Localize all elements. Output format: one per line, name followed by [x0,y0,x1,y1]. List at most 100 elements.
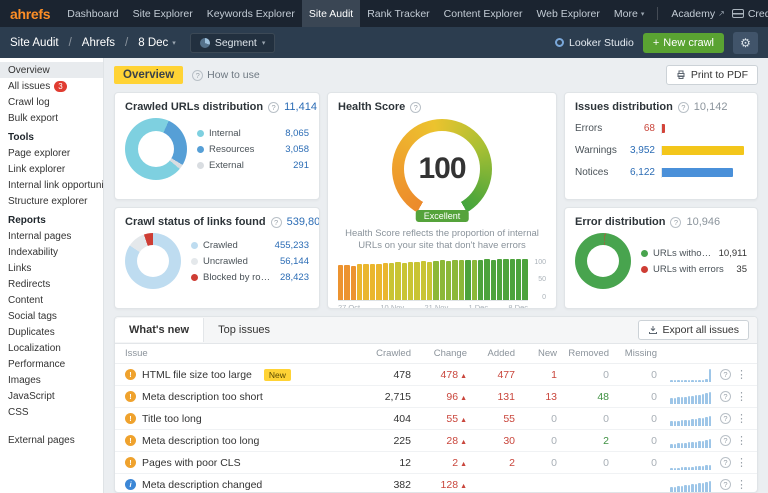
table-row-title-too-long[interactable]: !Title too long40455▲55000?⋮ [115,408,757,430]
nav-item-more[interactable]: More▾ [607,0,651,27]
issue-dist-value[interactable]: 3,952 [625,145,655,156]
help-icon[interactable]: ? [720,413,731,424]
export-all-issues-button[interactable]: Export all issues [638,320,749,340]
table-row-meta-description-too-long[interactable]: !Meta description too long22528▲30020?⋮ [115,430,757,452]
nav-item-keywords-explorer[interactable]: Keywords Explorer [200,0,302,27]
looker-studio-link[interactable]: Looker Studio [555,37,634,49]
card-total-link[interactable]: 539,800 [287,216,320,228]
table-row-html-file-size-too-large[interactable]: !HTML file size too largeNew478478▲47710… [115,364,757,386]
tab-whats-new[interactable]: What's new [115,318,204,342]
kebab-menu-icon[interactable]: ⋮ [736,456,747,469]
nav-item-site-audit[interactable]: Site Audit [302,0,360,27]
issue-name[interactable]: Meta description too long [142,435,259,447]
sidebar-item-content[interactable]: Content [0,292,103,308]
legend-value[interactable]: 56,144 [280,256,309,267]
sidebar-item-images[interactable]: Images [0,372,103,388]
issue-name[interactable]: Pages with poor CLS [142,457,241,469]
kebab-menu-icon[interactable]: ⋮ [736,478,747,491]
spark-bar [681,467,684,470]
sidebar-item-internal-pages[interactable]: Internal pages [0,228,103,244]
legend-value[interactable]: 291 [293,160,309,171]
card-total[interactable]: 10,142 [694,101,728,113]
external-link-icon: ↗ [718,9,725,18]
sidebar-item-internal-link-opportunities[interactable]: Internal link opportunities [0,177,103,193]
sidebar-item-label: Bulk export [8,113,58,124]
credits-usage-menu[interactable]: Credits usage ▾ [732,8,768,20]
sidebar-item-javascript[interactable]: JavaScript [0,388,103,404]
sidebar-section-reports: Reports [0,209,103,228]
kebab-menu-icon[interactable]: ⋮ [736,434,747,447]
sidebar-item-performance[interactable]: Performance [0,356,103,372]
nav-item-web-explorer[interactable]: Web Explorer [529,0,606,27]
sidebar-item-css[interactable]: CSS [0,404,103,420]
breadcrumb-app[interactable]: Site Audit [10,37,59,49]
sidebar-item-label: Indexability [8,247,58,258]
tab-top-issues[interactable]: Top issues [204,318,284,342]
legend-value[interactable]: 10,911 [719,248,747,259]
legend-value[interactable]: 8,065 [285,128,309,139]
segment-button[interactable]: Segment ▾ [190,33,276,53]
sidebar-item-indexability[interactable]: Indexability [0,244,103,260]
breadcrumb-project[interactable]: Ahrefs [82,37,115,49]
help-icon[interactable]: ? [720,391,731,402]
legend-value[interactable]: 35 [736,264,747,275]
kebab-menu-icon[interactable]: ⋮ [736,412,747,425]
table-row-pages-with-poor-cls[interactable]: !Pages with poor CLS122▲2000?⋮ [115,452,757,474]
sidebar-item-all-issues[interactable]: All issues3 [0,78,103,94]
new-crawl-button[interactable]: + New crawl [643,33,724,53]
help-icon[interactable]: ? [678,102,689,113]
card-total-link[interactable]: 11,414 [284,101,317,113]
legend-value[interactable]: 28,423 [280,272,309,283]
sidebar-item-crawl-log[interactable]: Crawl log [0,94,103,110]
help-icon[interactable]: ? [720,457,731,468]
sidebar-item-bulk-export[interactable]: Bulk export [0,110,103,126]
sidebar-item-duplicates[interactable]: Duplicates [0,324,103,340]
help-icon[interactable]: ? [720,479,731,490]
issue-dist-value[interactable]: 6,122 [625,167,655,178]
arrow-up-icon: ▲ [460,417,467,424]
help-icon[interactable]: ? [268,102,279,113]
legend-value[interactable]: 455,233 [275,240,309,251]
sidebar-item-page-explorer[interactable]: Page explorer [0,145,103,161]
ahrefs-logo[interactable]: ahrefs [10,6,50,22]
issue-dist-bar [662,168,733,177]
spark-bar [691,396,694,404]
nav-item-site-explorer[interactable]: Site Explorer [126,0,200,27]
help-icon[interactable]: ? [271,217,282,228]
help-icon[interactable]: ? [720,435,731,446]
sidebar-item-links[interactable]: Links [0,260,103,276]
legend-value[interactable]: 3,058 [285,144,309,155]
help-icon[interactable]: ? [720,369,731,380]
sidebar-item-localization[interactable]: Localization [0,340,103,356]
sidebar-item-structure-explorer[interactable]: Structure explorer [0,193,103,209]
help-icon[interactable]: ? [670,217,681,228]
card-total[interactable]: 10,946 [686,216,720,228]
sidebar-item-redirects[interactable]: Redirects [0,276,103,292]
issue-name[interactable]: HTML file size too large [142,369,252,381]
sidebar-item-link-explorer[interactable]: Link explorer [0,161,103,177]
print-to-pdf-button[interactable]: Print to PDF [666,65,758,85]
nav-item-academy[interactable]: Academy↗ [664,0,731,27]
table-row-meta-description-changed[interactable]: iMeta description changed382128▲?⋮ [115,474,757,493]
nav-item-rank-tracker[interactable]: Rank Tracker [360,0,436,27]
kebab-menu-icon[interactable]: ⋮ [736,368,747,381]
sidebar-item-overview[interactable]: Overview [0,62,103,78]
sidebar-item-social-tags[interactable]: Social tags [0,308,103,324]
issue-dist-value[interactable]: 68 [625,123,655,134]
issue-name[interactable]: Meta description changed [142,479,262,491]
legend-dot [191,274,198,281]
table-row-meta-description-too-short[interactable]: !Meta description too short2,71596▲13113… [115,386,757,408]
help-icon[interactable]: ? [410,102,421,113]
kebab-menu-icon[interactable]: ⋮ [736,390,747,403]
issue-name[interactable]: Meta description too short [142,391,263,403]
how-to-use-link[interactable]: ? How to use [192,69,260,81]
nav-item-dashboard[interactable]: Dashboard [60,0,125,27]
x-tick-label: 27 Oct [338,303,360,309]
issue-name[interactable]: Title too long [142,413,202,425]
nav-item-content-explorer[interactable]: Content Explorer [437,0,530,27]
settings-button[interactable]: ⚙ [733,32,758,54]
crawl-date-dropdown[interactable]: 8 Dec ▾ [138,37,176,49]
printer-icon [676,70,686,80]
sidebar-item-external-pages[interactable]: External pages [0,432,103,448]
legend-item-urls-with-errors: URLs with errors35 [641,264,747,275]
